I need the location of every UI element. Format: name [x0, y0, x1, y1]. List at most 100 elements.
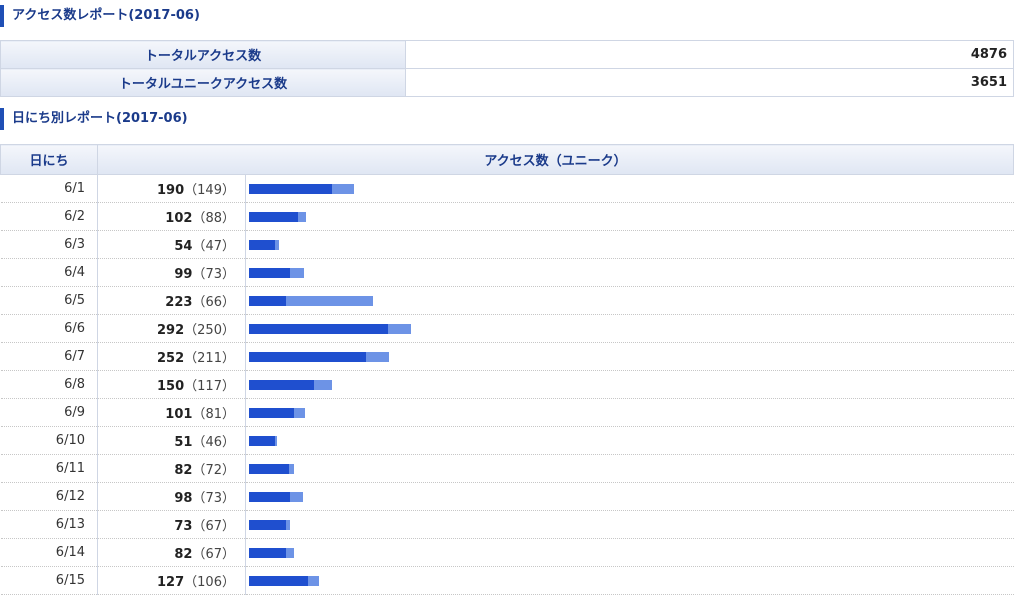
- access-count-cell: 102（88）: [97, 202, 246, 231]
- access-count-cell: 223（66）: [97, 286, 246, 315]
- paren-close: ）: [221, 435, 235, 450]
- bar-wrap: [249, 435, 1013, 446]
- paren-open: （: [184, 183, 198, 198]
- total-count: 223: [165, 295, 193, 310]
- header-day: 日にち: [0, 144, 98, 175]
- day-cell: 6/15: [0, 566, 98, 595]
- paren-close: ）: [221, 183, 235, 198]
- unique-count: 67: [205, 519, 222, 534]
- total-count: 127: [157, 575, 185, 590]
- access-count-cell: 82（72）: [97, 454, 246, 483]
- bar-cell: [245, 258, 1014, 287]
- total-count: 98: [174, 491, 193, 506]
- access-count-cell: 101（81）: [97, 398, 246, 427]
- header-access: アクセス数（ユニーク）: [97, 144, 1014, 175]
- unique-count: 73: [205, 491, 222, 506]
- table-row: 6/8 150（117）: [0, 370, 1014, 399]
- paren-close: ）: [221, 575, 235, 590]
- paren-close: ）: [221, 295, 235, 310]
- bar-wrap: [249, 407, 1013, 418]
- unique-access-bar: [249, 295, 286, 306]
- bar-wrap: [249, 267, 1013, 278]
- day-cell: 6/6: [0, 314, 98, 343]
- summary-label: トータルアクセス数: [0, 40, 406, 69]
- unique-count: 250: [197, 323, 222, 338]
- paren-open: （: [184, 323, 198, 338]
- table-row: 6/12 98（73）: [0, 482, 1014, 511]
- table-row: 6/9 101（81）: [0, 398, 1014, 427]
- paren-close: ）: [221, 519, 235, 534]
- unique-access-bar: [249, 211, 298, 222]
- bar-cell: [245, 566, 1014, 595]
- total-count: 190: [157, 183, 185, 198]
- bar-cell: [245, 286, 1014, 315]
- unique-access-bar: [249, 519, 287, 530]
- bar-wrap: [249, 295, 1013, 306]
- bar-cell: [245, 398, 1014, 427]
- paren-close: ）: [221, 351, 235, 366]
- unique-count: 66: [205, 295, 222, 310]
- bar-wrap: [249, 491, 1013, 502]
- total-count: 82: [174, 547, 193, 562]
- daily-header-row: 日にち アクセス数（ユニーク）: [0, 144, 1014, 175]
- unique-access-bar: [249, 183, 332, 194]
- bar-wrap: [249, 351, 1013, 362]
- summary-value: 3651: [405, 68, 1014, 97]
- unique-access-bar: [249, 267, 290, 278]
- table-row: 6/3 54（47）: [0, 230, 1014, 259]
- unique-count: 46: [205, 435, 222, 450]
- day-cell: 6/5: [0, 286, 98, 315]
- table-row: 6/7 252（211）: [0, 342, 1014, 371]
- paren-open: （: [192, 267, 206, 282]
- paren-open: （: [192, 239, 206, 254]
- unique-count: 149: [197, 183, 222, 198]
- unique-access-bar: [249, 407, 294, 418]
- day-cell: 6/14: [0, 538, 98, 567]
- unique-access-bar: [249, 575, 308, 586]
- unique-count: 117: [197, 379, 222, 394]
- bar-wrap: [249, 379, 1013, 390]
- total-count: 54: [174, 239, 193, 254]
- table-row: 6/6 292（250）: [0, 314, 1014, 343]
- table-row: 6/11 82（72）: [0, 454, 1014, 483]
- bar-cell: [245, 230, 1014, 259]
- bar-wrap: [249, 547, 1013, 558]
- total-count: 252: [157, 351, 185, 366]
- paren-open: （: [184, 575, 198, 590]
- paren-close: ）: [221, 491, 235, 506]
- total-count: 150: [157, 379, 185, 394]
- report-title: アクセス数レポート(2017-06): [0, 5, 200, 27]
- bar-cell: [245, 538, 1014, 567]
- paren-open: （: [192, 547, 206, 562]
- total-count: 82: [174, 463, 193, 478]
- summary-row-total: トータルアクセス数 4876: [0, 40, 1014, 69]
- access-count-cell: 98（73）: [97, 482, 246, 511]
- paren-open: （: [192, 435, 206, 450]
- unique-count: 88: [205, 211, 222, 226]
- paren-open: （: [192, 407, 206, 422]
- day-cell: 6/8: [0, 370, 98, 399]
- day-cell: 6/13: [0, 510, 98, 539]
- paren-close: ）: [221, 547, 235, 562]
- table-row: 6/13 73（67）: [0, 510, 1014, 539]
- access-count-cell: 292（250）: [97, 314, 246, 343]
- unique-count: 81: [205, 407, 222, 422]
- unique-count: 211: [197, 351, 222, 366]
- table-row: 6/5 223（66）: [0, 286, 1014, 315]
- total-count: 51: [174, 435, 193, 450]
- bar-cell: [245, 482, 1014, 511]
- paren-close: ）: [221, 407, 235, 422]
- access-count-cell: 127（106）: [97, 566, 246, 595]
- bar-cell: [245, 174, 1014, 203]
- unique-access-bar: [249, 351, 367, 362]
- table-row: 6/4 99（73）: [0, 258, 1014, 287]
- paren-close: ）: [221, 463, 235, 478]
- bar-wrap: [249, 463, 1013, 474]
- total-count: 99: [174, 267, 193, 282]
- day-cell: 6/7: [0, 342, 98, 371]
- day-cell: 6/3: [0, 230, 98, 259]
- day-cell: 6/4: [0, 258, 98, 287]
- access-count-cell: 54（47）: [97, 230, 246, 259]
- summary-value: 4876: [405, 40, 1014, 69]
- day-cell: 6/1: [0, 174, 98, 203]
